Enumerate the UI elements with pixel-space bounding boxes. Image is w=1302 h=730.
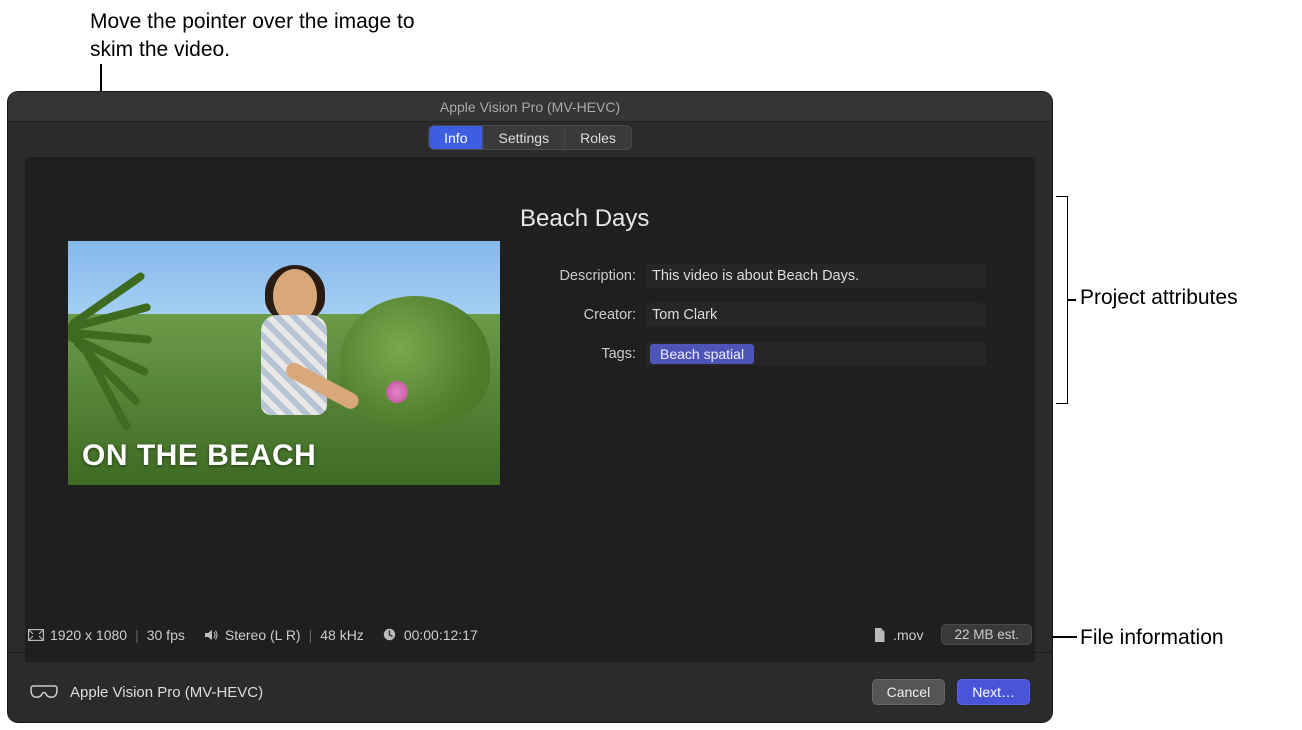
frame-size-icon — [28, 628, 44, 641]
tag-chip[interactable]: Beach spatial — [650, 344, 754, 364]
status-size-estimate: 22 MB est. — [941, 624, 1032, 645]
status-resolution: 1920 x 1080 — [50, 627, 127, 643]
thumb-bush — [340, 296, 490, 426]
speaker-icon — [203, 628, 219, 641]
bottom-action-bar: Apple Vision Pro (MV-HEVC) Cancel Next… — [8, 662, 1052, 722]
tab-info[interactable]: Info — [429, 126, 483, 149]
document-icon — [871, 628, 887, 641]
tab-roles[interactable]: Roles — [565, 126, 631, 149]
field-tags[interactable]: Beach spatial — [646, 342, 986, 366]
status-timecode: 00:00:12:17 — [404, 627, 478, 643]
row-creator: Creator: Tom Clark — [541, 303, 986, 327]
status-audio: Stereo (L R) — [225, 627, 301, 643]
status-container: .mov — [893, 627, 923, 643]
tab-settings[interactable]: Settings — [483, 126, 565, 149]
callout-attributes-line — [1068, 299, 1076, 301]
field-creator[interactable]: Tom Clark — [646, 303, 986, 327]
thumbnail-overlay-text: ON THE BEACH — [82, 439, 316, 473]
field-description[interactable]: This video is about Beach Days. — [646, 264, 986, 288]
divider: | — [309, 627, 313, 643]
row-description: Description: This video is about Beach D… — [541, 264, 986, 288]
cancel-button[interactable]: Cancel — [872, 679, 946, 705]
label-description: Description: — [541, 268, 646, 284]
row-tags: Tags: Beach spatial — [541, 342, 986, 366]
callout-fileinfo: File information — [1080, 624, 1280, 652]
file-info-statusbar: 1920 x 1080 | 30 fps Stereo (L R) | 48 k… — [8, 617, 1052, 653]
window-titlebar: Apple Vision Pro (MV-HEVC) — [8, 92, 1052, 122]
callout-fileinfo-line — [1053, 636, 1077, 638]
callout-attributes: Project attributes — [1080, 284, 1280, 312]
preset-name: Apple Vision Pro (MV-HEVC) — [70, 684, 263, 701]
next-button[interactable]: Next… — [957, 679, 1030, 705]
project-title: Beach Days — [520, 205, 649, 233]
thumb-flower — [386, 381, 408, 403]
divider: | — [135, 627, 139, 643]
label-tags: Tags: — [541, 346, 646, 362]
clock-icon — [382, 628, 398, 641]
status-samplerate: 48 kHz — [320, 627, 364, 643]
callout-skim: Move the pointer over the image to skim … — [90, 8, 450, 65]
status-fps: 30 fps — [147, 627, 185, 643]
video-thumbnail-skimmer[interactable]: ON THE BEACH — [68, 241, 500, 485]
vision-pro-icon — [30, 684, 58, 700]
tabs-segmented-control: Info Settings Roles — [428, 125, 632, 150]
window-title: Apple Vision Pro (MV-HEVC) — [440, 99, 620, 115]
bracket-attributes — [1056, 196, 1068, 404]
export-dialog-window: Apple Vision Pro (MV-HEVC) Info Settings… — [8, 92, 1052, 722]
label-creator: Creator: — [541, 307, 646, 323]
